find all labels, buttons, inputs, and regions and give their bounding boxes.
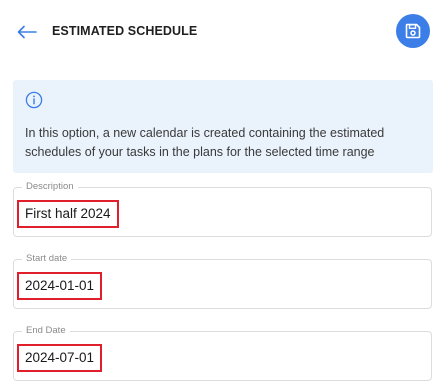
end-date-label: End Date	[22, 325, 70, 336]
description-field[interactable]: Description First half 2024	[13, 181, 432, 237]
end-date-input[interactable]: 2024-07-01	[17, 344, 103, 372]
app-header: ESTIMATED SCHEDULE	[0, 0, 446, 62]
start-date-label: Start date	[22, 253, 72, 264]
start-date-field[interactable]: Start date 2024-01-01	[13, 253, 432, 309]
description-label: Description	[22, 181, 78, 192]
save-button[interactable]	[396, 14, 430, 48]
page-title: ESTIMATED SCHEDULE	[52, 24, 198, 38]
info-circle-icon	[25, 91, 43, 109]
info-text: In this option, a new calendar is create…	[25, 126, 385, 159]
info-box: In this option, a new calendar is create…	[13, 80, 433, 173]
save-disk-icon	[405, 23, 421, 39]
description-input[interactable]: First half 2024	[17, 200, 119, 228]
back-button[interactable]	[14, 20, 40, 44]
start-date-input[interactable]: 2024-01-01	[17, 272, 103, 300]
arrow-left-icon	[17, 25, 37, 39]
end-date-field[interactable]: End Date 2024-07-01	[13, 325, 432, 381]
